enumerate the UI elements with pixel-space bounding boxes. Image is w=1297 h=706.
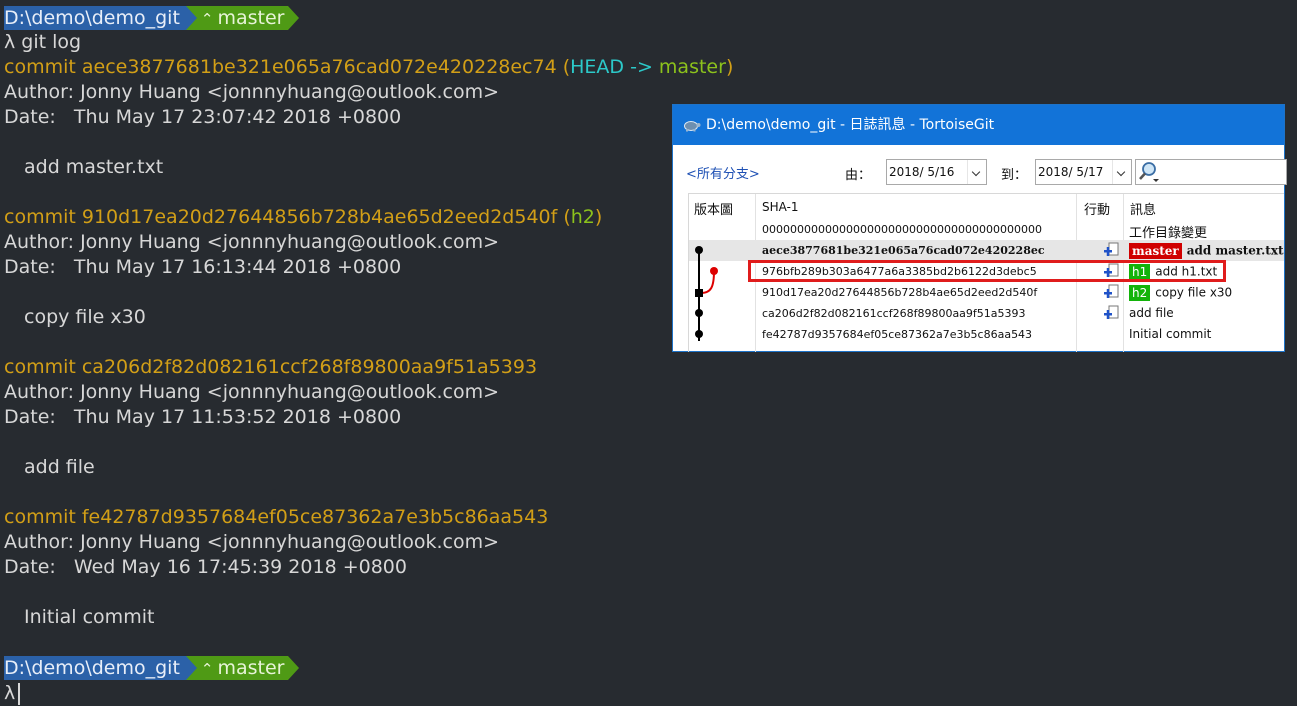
- from-date-value: 2018/ 5/16: [889, 165, 955, 179]
- row-message-cell: master add master.txt: [1129, 243, 1284, 259]
- ref-open: (: [556, 56, 571, 78]
- prompt-path: D:\demo\demo_git: [4, 6, 186, 30]
- list-header: 版本圖 SHA-1 行動 訊息: [689, 194, 1284, 220]
- revision-graph: [695, 246, 718, 341]
- commit-date: Date: Wed May 16 17:45:39 2018 +0800: [4, 556, 407, 578]
- commit-line: commit 910d17ea20d27644856b728b4ae65d2ee…: [4, 205, 602, 230]
- row-sha: 910d17ea20d27644856b728b4ae65d2eed2d540f: [762, 286, 1038, 299]
- prompt-symbol: λ: [4, 682, 16, 704]
- list-item[interactable]: 910d17ea20d27644856b728b4ae65d2eed2d540f…: [689, 282, 1284, 303]
- prompt-symbol: λ: [4, 31, 16, 53]
- prompt-branch: master: [217, 657, 285, 679]
- commit-message: add file: [24, 456, 95, 478]
- branch-ref: h2: [570, 206, 595, 228]
- prompt: D:\demo\demo_git ⌃ master: [4, 656, 300, 680]
- to-date-picker[interactable]: 2018/ 5/17: [1035, 159, 1132, 185]
- add-file-icon: [1104, 305, 1119, 319]
- chevron-down-icon[interactable]: [967, 160, 986, 184]
- ref-open: (: [557, 206, 571, 228]
- commit-hash: commit fe42787d9357684ef05ce87362a7e3b5c…: [4, 506, 549, 528]
- prompt-end-arrow: [288, 656, 300, 680]
- command-text: git log: [21, 31, 82, 53]
- list-item[interactable]: aece3877681be321e065a76cad072e420228ec m…: [689, 240, 1284, 261]
- all-branches-link[interactable]: <所有分支>: [686, 163, 760, 182]
- commit-author: Author: Jonny Huang <jonnnyhuang@outlook…: [4, 81, 499, 103]
- commit-author: Author: Jonny Huang <jonnnyhuang@outlook…: [4, 531, 499, 553]
- search-icon[interactable]: [1136, 160, 1162, 184]
- tortoisegit-log-window[interactable]: D:\demo\demo_git - 日誌訊息 - TortoiseGit <所…: [672, 104, 1287, 352]
- title-bar[interactable]: D:\demo\demo_git - 日誌訊息 - TortoiseGit: [673, 105, 1284, 145]
- graph-node: [695, 330, 703, 338]
- row-sha: aece3877681be321e065a76cad072e420228ec: [762, 244, 1045, 257]
- prompt-end-arrow: [288, 6, 300, 30]
- action-column-header[interactable]: 行動: [1084, 199, 1110, 218]
- commit-hash: commit ca206d2f82d082161ccf268f89800aa9f…: [4, 356, 538, 378]
- row-message: add master.txt: [1186, 243, 1284, 258]
- commit-message: add master.txt: [24, 156, 164, 178]
- commit-author: Author: Jonny Huang <jonnnyhuang@outlook…: [4, 231, 499, 253]
- graph-node: [695, 309, 703, 317]
- filter-bar: <所有分支> 由： 2018/ 5/16 到： 2018/ 5/17: [673, 145, 1287, 193]
- row-message-cell: h2 copy file x30: [1129, 285, 1232, 301]
- list-item[interactable]: ca206d2f82d082161ccf268f89800aa9f51a5393…: [689, 303, 1284, 324]
- commit-hash: commit aece3877681be321e065a76cad072e420…: [4, 56, 557, 78]
- commit-message: copy file x30: [24, 306, 146, 328]
- graph-node: [710, 267, 718, 275]
- prompt-branch-segment: ⌃ master: [196, 6, 289, 30]
- branch-tag-h2[interactable]: h2: [1129, 285, 1151, 301]
- row-sha: fe42787d9357684ef05ce87362a7e3b5c86aa543: [762, 328, 1033, 341]
- add-file-icon: [1104, 242, 1119, 256]
- row-message: Initial commit: [1129, 327, 1212, 341]
- branch-icon: ⌃: [200, 660, 214, 678]
- head-ref: HEAD ->: [570, 56, 659, 78]
- message-column-header[interactable]: 訊息: [1130, 199, 1156, 218]
- graph-node: [695, 246, 703, 254]
- ref-close: ): [725, 56, 734, 78]
- search-input[interactable]: [1135, 159, 1287, 185]
- commit-line: commit fe42787d9357684ef05ce87362a7e3b5c…: [4, 505, 548, 530]
- sha-column-header[interactable]: SHA-1: [762, 200, 799, 214]
- text-cursor: [18, 682, 21, 705]
- commit-message: Initial commit: [24, 606, 155, 628]
- list-item[interactable]: fe42787d9357684ef05ce87362a7e3b5c86aa543…: [689, 324, 1284, 345]
- row-message: copy file x30: [1155, 285, 1233, 300]
- to-label: 到：: [1001, 168, 1028, 183]
- from-label: 由：: [845, 168, 872, 183]
- commit-line: commit ca206d2f82d082161ccf268f89800aa9f…: [4, 355, 537, 380]
- commit-hash: commit 910d17ea20d27644856b728b4ae65d2ee…: [4, 206, 558, 228]
- row-message: 工作目錄變更: [1129, 226, 1208, 241]
- commit-author: Author: Jonny Huang <jonnnyhuang@outlook…: [4, 381, 499, 403]
- branch-icon: ⌃: [200, 10, 214, 28]
- commit-date: Date: Thu May 17 23:07:42 2018 +0800: [4, 106, 402, 128]
- add-file-icon: [1104, 284, 1119, 298]
- prompt-branch: master: [217, 7, 285, 29]
- row-message: add file: [1129, 306, 1174, 320]
- commit-date: Date: Thu May 17 16:13:44 2018 +0800: [4, 256, 402, 278]
- prompt-separator: [185, 6, 197, 30]
- commit-date: Date: Thu May 17 11:53:52 2018 +0800: [4, 406, 402, 428]
- from-date-picker[interactable]: 2018/ 5/16: [886, 159, 987, 185]
- prompt: D:\demo\demo_git ⌃ master: [4, 6, 300, 30]
- window-title: D:\demo\demo_git - 日誌訊息 - TortoiseGit: [706, 117, 995, 133]
- prompt-separator: [185, 656, 197, 680]
- branch-tag-master[interactable]: master: [1129, 243, 1182, 259]
- tortoisegit-icon: [684, 121, 701, 132]
- row-sha: ca206d2f82d082161ccf268f89800aa9f51a5393: [762, 307, 1026, 320]
- command-line: λ git log: [4, 30, 81, 55]
- ref-close: ): [594, 206, 603, 228]
- input-line[interactable]: λ: [4, 681, 21, 706]
- commit-line: commit aece3877681be321e065a76cad072e420…: [4, 55, 733, 80]
- list-item[interactable]: 0000000000000000000000000000000000000000…: [689, 219, 1284, 241]
- prompt-path: D:\demo\demo_git: [4, 656, 186, 680]
- to-date-value: 2018/ 5/17: [1038, 165, 1104, 179]
- prompt-branch-segment: ⌃ master: [196, 656, 289, 680]
- highlight-box: [748, 260, 1226, 282]
- chevron-down-icon[interactable]: [1112, 160, 1131, 184]
- graph-merge-node: [695, 289, 703, 297]
- row-sha: 0000000000000000000000000000000000000000: [762, 223, 1042, 236]
- branch-ref: master: [658, 56, 726, 78]
